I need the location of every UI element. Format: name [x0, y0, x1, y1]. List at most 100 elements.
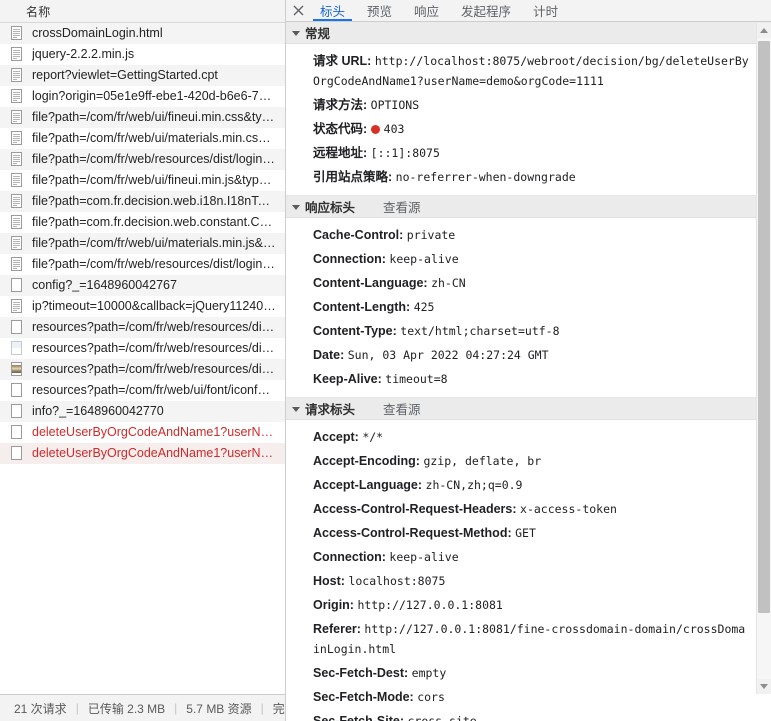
- request-name: crossDomainLogin.html: [32, 26, 163, 40]
- request-list-panel: 名称 crossDomainLogin.html jquery-2.2.2.min…: [0, 0, 286, 721]
- request-name: resources?path=/com/fr/web/resources/dis…: [32, 362, 276, 376]
- document-icon: [10, 88, 24, 104]
- request-list-header: 名称: [0, 0, 285, 23]
- header-row[interactable]: 引用站点策略: no-referrer-when-downgrade: [286, 165, 771, 189]
- header-row[interactable]: Accept-Language: zh-CN,zh;q=0.9: [286, 473, 771, 497]
- header-row[interactable]: Access-Control-Request-Method: GET: [286, 521, 771, 545]
- header-section: 请求标头 查看源 Accept: */* Accept-Encoding: gzip,…: [286, 398, 771, 721]
- header-row[interactable]: Accept: */*: [286, 425, 771, 449]
- panel-splitter[interactable]: [285, 0, 286, 721]
- header-name: Keep-Alive:: [313, 372, 382, 386]
- section-header[interactable]: 常规: [286, 22, 771, 44]
- header-value: zh-CN,zh;q=0.9: [425, 478, 523, 492]
- header-row[interactable]: Host: localhost:8075: [286, 569, 771, 593]
- request-name: file?path=/com/fr/web/ui/materials.min.j…: [32, 236, 276, 250]
- header-name: 引用站点策略:: [313, 170, 393, 184]
- header-row[interactable]: Connection: keep-alive: [286, 545, 771, 569]
- request-list-item[interactable]: file?path=com.fr.decision.web.i18n.I18nT…: [0, 191, 285, 212]
- request-list[interactable]: crossDomainLogin.html jquery-2.2.2.min.js…: [0, 23, 285, 694]
- header-name: 请求方法:: [313, 98, 368, 112]
- header-row[interactable]: Date: Sun, 03 Apr 2022 04:27:24 GMT: [286, 343, 771, 367]
- tab-4[interactable]: 发起程序: [450, 0, 522, 21]
- section-header[interactable]: 请求标头 查看源: [286, 398, 771, 420]
- network-status-bar: 21 次请求 | 已传输 2.3 MB | 5.7 MB 资源 | 完: [0, 694, 285, 721]
- request-list-item[interactable]: file?path=com.fr.decision.web.constant.C…: [0, 212, 285, 233]
- document-icon: [10, 25, 24, 41]
- header-row[interactable]: Content-Length: 425: [286, 295, 771, 319]
- header-name: Referer:: [313, 622, 361, 636]
- request-list-item[interactable]: resources?path=/com/fr/web/ui/font/iconf…: [0, 380, 285, 401]
- detail-vertical-scrollbar[interactable]: [756, 23, 771, 694]
- document-icon: [10, 67, 24, 83]
- request-list-item[interactable]: file?path=/com/fr/web/ui/materials.min.j…: [0, 233, 285, 254]
- request-list-item[interactable]: config?_=1648960042767: [0, 275, 285, 296]
- request-list-item[interactable]: report?viewlet=GettingStarted.cpt: [0, 65, 285, 86]
- header-row[interactable]: Sec-Fetch-Dest: empty: [286, 661, 771, 685]
- header-row[interactable]: Access-Control-Request-Headers: x-access…: [286, 497, 771, 521]
- header-row[interactable]: Sec-Fetch-Site: cross-site: [286, 709, 771, 721]
- blank-file-icon: [10, 277, 24, 293]
- request-list-item[interactable]: resources?path=/com/fr/web/resources/dis…: [0, 338, 285, 359]
- header-value: OPTIONS: [370, 98, 420, 112]
- header-row[interactable]: 请求 URL: http://localhost:8075/webroot/de…: [286, 49, 771, 93]
- request-list-item[interactable]: file?path=/com/fr/web/resources/dist/log…: [0, 254, 285, 275]
- request-list-item[interactable]: crossDomainLogin.html: [0, 23, 285, 44]
- request-list-item[interactable]: file?path=/com/fr/web/resources/dist/log…: [0, 149, 285, 170]
- tab-5[interactable]: 计时: [522, 0, 569, 21]
- header-row[interactable]: Content-Language: zh-CN: [286, 271, 771, 295]
- scroll-up-arrow[interactable]: [757, 23, 771, 38]
- request-name: jquery-2.2.2.min.js: [32, 47, 135, 61]
- caret-down-icon[interactable]: [292, 30, 300, 36]
- request-list-item[interactable]: deleteUserByOrgCodeAndName1?userName…: [0, 443, 285, 464]
- tab-3[interactable]: 响应: [403, 0, 450, 21]
- status-requests-count: 21 次请求: [14, 701, 67, 716]
- header-row[interactable]: Cache-Control: private: [286, 223, 771, 247]
- request-list-item[interactable]: login?origin=05e1e9ff-ebe1-420d-b6e6-77e…: [0, 86, 285, 107]
- header-value: keep-alive: [389, 550, 459, 564]
- request-name: deleteUserByOrgCodeAndName1?userName…: [32, 425, 276, 439]
- detail-scroll-area[interactable]: 常规请求 URL: http://localhost:8075/webroot/…: [286, 22, 771, 721]
- header-name: Accept-Encoding:: [313, 454, 420, 468]
- tab-2[interactable]: 预览: [356, 0, 403, 21]
- request-list-item[interactable]: file?path=/com/fr/web/ui/fineui.min.css&…: [0, 107, 285, 128]
- request-list-item[interactable]: file?path=/com/fr/web/ui/materials.min.c…: [0, 128, 285, 149]
- header-row[interactable]: 状态代码: 403: [286, 117, 771, 141]
- section-header[interactable]: 响应标头 查看源: [286, 196, 771, 218]
- column-header-name[interactable]: 名称: [26, 3, 51, 20]
- request-list-item[interactable]: info?_=1648960042770: [0, 401, 285, 422]
- tab-1[interactable]: 标头: [309, 0, 356, 21]
- triangle-up-icon: [760, 28, 768, 33]
- header-name: Content-Language:: [313, 276, 428, 290]
- blank-file-icon: [10, 382, 24, 398]
- header-row[interactable]: Keep-Alive: timeout=8: [286, 367, 771, 391]
- request-list-item[interactable]: resources?path=/com/fr/web/resources/dis…: [0, 317, 285, 338]
- section-title-text: 常规: [305, 27, 331, 41]
- caret-down-icon[interactable]: [292, 204, 300, 210]
- header-row[interactable]: Sec-Fetch-Mode: cors: [286, 685, 771, 709]
- header-row[interactable]: 请求方法: OPTIONS: [286, 93, 771, 117]
- header-value: no-referrer-when-downgrade: [395, 170, 576, 184]
- document-icon: [10, 235, 24, 251]
- close-icon[interactable]: [287, 0, 309, 21]
- view-source-link[interactable]: 查看源: [383, 399, 421, 418]
- request-list-item[interactable]: file?path=/com/fr/web/ui/fineui.min.js&t…: [0, 170, 285, 191]
- scroll-down-arrow[interactable]: [757, 679, 771, 694]
- blank-file-icon: [10, 424, 24, 440]
- header-row[interactable]: Content-Type: text/html;charset=utf-8: [286, 319, 771, 343]
- header-row[interactable]: Origin: http://127.0.0.1:8081: [286, 593, 771, 617]
- header-row[interactable]: Connection: keep-alive: [286, 247, 771, 271]
- document-icon: [10, 172, 24, 188]
- header-value: cross-site: [407, 714, 477, 721]
- view-source-link[interactable]: 查看源: [383, 197, 421, 216]
- request-list-item[interactable]: deleteUserByOrgCodeAndName1?userName…: [0, 422, 285, 443]
- scrollbar-thumb[interactable]: [758, 41, 770, 613]
- caret-down-icon[interactable]: [292, 406, 300, 412]
- status-divider-2: |: [174, 701, 178, 715]
- status-transferred: 已传输 2.3 MB: [87, 701, 166, 716]
- header-row[interactable]: Accept-Encoding: gzip, deflate, br: [286, 449, 771, 473]
- request-list-item[interactable]: jquery-2.2.2.min.js: [0, 44, 285, 65]
- header-row[interactable]: Referer: http://127.0.0.1:8081/fine-cros…: [286, 617, 771, 661]
- request-list-item[interactable]: resources?path=/com/fr/web/resources/dis…: [0, 359, 285, 380]
- request-list-item[interactable]: ip?timeout=10000&callback=jQuery1124006…: [0, 296, 285, 317]
- header-row[interactable]: 远程地址: [::1]:8075: [286, 141, 771, 165]
